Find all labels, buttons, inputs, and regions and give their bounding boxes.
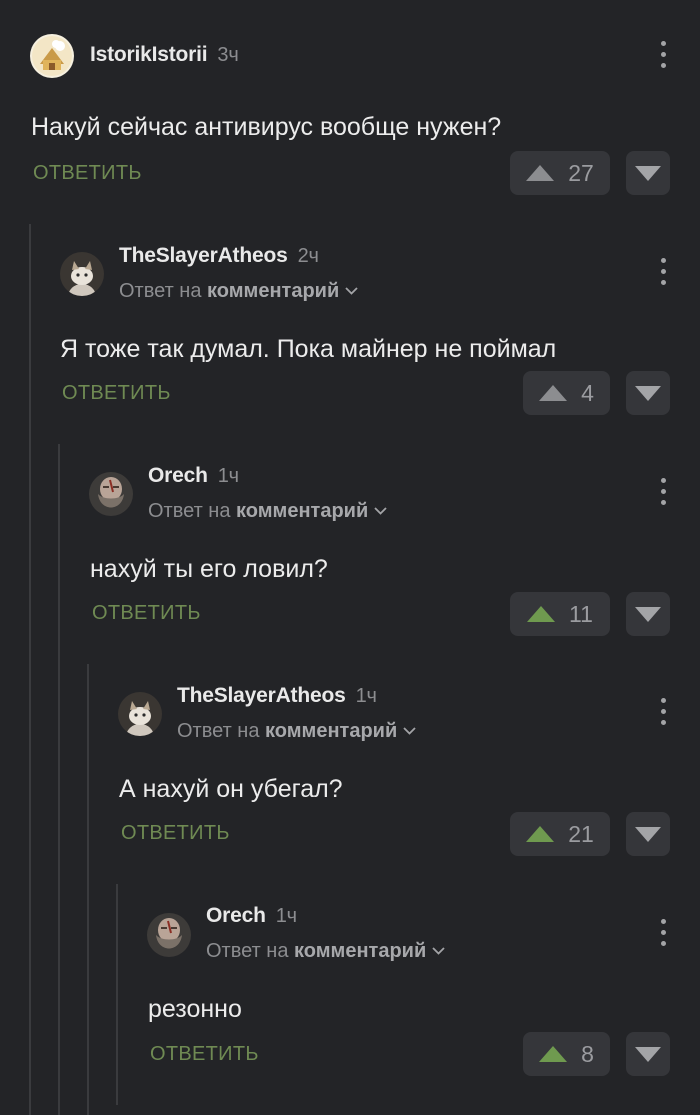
house-avatar-icon[interactable] [30,34,74,78]
reply-to[interactable]: Ответ на комментарий [206,940,445,963]
vote-down-button[interactable] [626,371,670,415]
chevron-down-icon [403,727,416,735]
reply-to-target[interactable]: комментарий [265,720,397,742]
vote-count: 4 [581,379,594,406]
chevron-down-icon [345,287,358,295]
comment: TheSlayerAtheos 2ч Ответ на комментарий Я… [60,244,670,420]
bearded-man-avatar-icon[interactable] [147,913,191,957]
author-link[interactable]: TheSlayerAtheos [119,244,288,267]
vote-down-button[interactable] [626,592,670,636]
vote-down-button[interactable] [626,812,670,856]
vote-up-button[interactable]: 27 [510,151,610,195]
reply-to[interactable]: Ответ на комментарий [177,720,416,743]
comment: Orech 1ч Ответ на комментарий резонно ОТВ… [147,904,670,1081]
bearded-man-avatar-icon[interactable] [89,472,133,516]
reply-button[interactable]: ОТВЕТИТЬ [62,382,171,405]
vote-down-button[interactable] [626,151,670,195]
more-vertical-icon[interactable] [656,476,670,510]
triangle-down-icon [635,385,661,401]
reply-to-prefix: Ответ на [148,500,231,522]
author-link[interactable]: TheSlayerAtheos [177,684,346,707]
chevron-down-icon [374,507,387,515]
comment-header: Orech 1ч Ответ на комментарий [147,904,670,962]
comment-time: 1ч [275,905,297,927]
vote-count: 8 [581,1040,594,1067]
author-link[interactable]: IstorikIstorii [90,43,208,66]
comment-text: Я тоже так думал. Пока майнер не поймал [60,335,557,363]
vote-up-button[interactable]: 21 [510,812,610,856]
comment-header: TheSlayerAtheos 2ч Ответ на комментарий [60,244,670,302]
comment: IstorikIstorii 3ч Накуй сейчас антивирус … [30,33,670,203]
vote-count: 21 [568,820,594,847]
cat-avatar-icon[interactable] [118,692,162,736]
reply-to-prefix: Ответ на [206,940,289,962]
comment-text: А нахуй он убегал? [119,775,343,803]
comment-text: Накуй сейчас антивирус вообще нужен? [31,113,502,141]
comment-time: 1ч [217,465,239,487]
cat-avatar-icon[interactable] [60,252,104,296]
triangle-up-icon [539,385,568,401]
comment-time: 3ч [217,44,239,66]
author-name[interactable]: TheSlayerAtheos 2ч [119,244,319,268]
reply-button[interactable]: ОТВЕТИТЬ [92,602,201,625]
comment-time: 2ч [297,245,319,267]
author-link[interactable]: Orech [206,904,266,927]
author-name[interactable]: Orech 1ч [148,464,239,488]
thread-line [29,224,31,1115]
vote-down-button[interactable] [626,1032,670,1076]
vote-up-button[interactable]: 4 [523,371,610,415]
triangle-up-icon [526,826,555,842]
reply-to-target[interactable]: комментарий [236,500,368,522]
vote-count: 11 [569,600,593,627]
chevron-down-icon [432,947,445,955]
comment-text: резонно [148,995,242,1023]
more-vertical-icon[interactable] [656,917,670,951]
comment-header: TheSlayerAtheos 1ч Ответ на комментарий [118,684,670,742]
author-name[interactable]: IstorikIstorii 3ч [90,43,239,67]
vote-count: 27 [568,159,594,186]
reply-button[interactable]: ОТВЕТИТЬ [33,162,142,185]
vote-up-button[interactable]: 11 [510,592,610,636]
triangle-down-icon [635,1046,661,1062]
more-vertical-icon[interactable] [656,39,670,73]
thread-line [87,664,89,1115]
more-vertical-icon[interactable] [656,696,670,730]
triangle-down-icon [635,606,661,622]
comment-header: Orech 1ч Ответ на комментарий [89,464,670,522]
comment-header: IstorikIstorii 3ч [30,33,670,81]
author-name[interactable]: Orech 1ч [206,904,297,928]
vote-up-button[interactable]: 8 [523,1032,610,1076]
triangle-up-icon [527,606,556,622]
reply-to-target[interactable]: комментарий [207,280,339,302]
thread-line [116,884,118,1105]
comment: TheSlayerAtheos 1ч Ответ на комментарий А… [118,684,670,860]
comment-text: нахуй ты его ловил? [90,555,328,583]
reply-button[interactable]: ОТВЕТИТЬ [150,1043,259,1066]
reply-to-prefix: Ответ на [177,720,260,742]
comment: Orech 1ч Ответ на комментарий нахуй ты ег… [89,464,670,640]
reply-button[interactable]: ОТВЕТИТЬ [121,822,230,845]
triangle-up-icon [539,1046,568,1062]
author-link[interactable]: Orech [148,464,208,487]
triangle-up-icon [526,165,555,181]
reply-to[interactable]: Ответ на комментарий [148,500,387,523]
triangle-down-icon [635,165,661,181]
reply-to-prefix: Ответ на [119,280,202,302]
author-name[interactable]: TheSlayerAtheos 1ч [177,684,377,708]
reply-to-target[interactable]: комментарий [294,940,426,962]
comment-time: 1ч [355,685,377,707]
thread-line [58,444,60,1115]
more-vertical-icon[interactable] [656,256,670,290]
reply-to[interactable]: Ответ на комментарий [119,280,358,303]
triangle-down-icon [635,826,661,842]
